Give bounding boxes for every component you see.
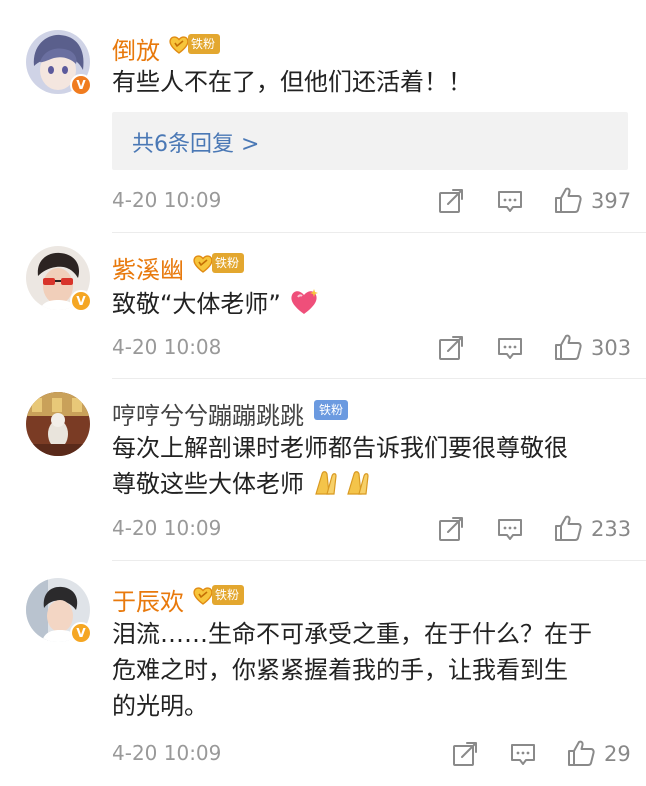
avatar[interactable]: V — [26, 246, 92, 312]
like-count: 29 — [604, 742, 631, 766]
fan-badge: 铁粉 — [192, 251, 245, 275]
timestamp: 4-20 10:08 — [112, 335, 222, 359]
thumbs-up-icon[interactable] — [553, 185, 583, 215]
thumbs-up-icon[interactable] — [553, 332, 583, 362]
divider — [112, 378, 646, 379]
avatar[interactable]: V — [26, 578, 92, 644]
timestamp: 4-20 10:09 — [112, 188, 222, 212]
avatar[interactable]: V — [26, 30, 92, 96]
divider — [112, 232, 646, 233]
comment-text-content: 致敬“大体老师” — [112, 290, 281, 318]
comment-text: 有些人不在了，但他们还活着！！ — [112, 68, 472, 96]
comment-text-line: 尊敬这些大体老师 — [112, 466, 632, 502]
view-replies-label: 共6条回复 > — [132, 132, 260, 157]
comment-text-line: 泪流……生命不可承受之重，在于什么？在于 — [112, 620, 592, 648]
divider — [112, 560, 646, 561]
avatar[interactable] — [26, 392, 90, 456]
like-count: 397 — [591, 189, 632, 213]
comment-text-line: 危难之时，你紧紧握着我的手，让我看到生 — [112, 656, 568, 684]
share-icon[interactable] — [436, 333, 466, 363]
comment-text-line: 每次上解剖课时老师都告诉我们要很尊敬很 — [112, 434, 568, 462]
fan-badge-label: 铁粉 — [212, 585, 245, 605]
verified-v-icon: V — [70, 290, 92, 312]
verified-v-icon: V — [70, 74, 92, 96]
avatar-image — [26, 392, 90, 456]
comment-icon[interactable] — [495, 333, 525, 363]
thumbs-up-icon[interactable] — [566, 738, 596, 768]
sparkling-heart-emoji-icon — [290, 289, 318, 314]
like-count: 233 — [591, 517, 632, 541]
username[interactable]: 紫溪幽 — [112, 250, 184, 285]
view-replies-button[interactable]: 共6条回复 > — [112, 112, 628, 170]
share-icon[interactable] — [450, 739, 480, 769]
fan-badge-label: 铁粉 — [314, 400, 349, 420]
comment-icon[interactable] — [508, 739, 538, 769]
timestamp: 4-20 10:09 — [112, 516, 222, 540]
comment-text-line: 的光明。 — [112, 692, 208, 720]
fan-badge-label: 铁粉 — [188, 34, 221, 54]
username[interactable]: 于辰欢 — [112, 582, 184, 617]
username[interactable]: 哼哼兮兮蹦蹦跳跳 — [112, 396, 304, 431]
comment-text-content: 尊敬这些大体老师 — [112, 470, 304, 498]
comment-text: 每次上解剖课时老师都告诉我们要很尊敬很 尊敬这些大体老师 — [112, 430, 632, 502]
username[interactable]: 倒放 — [112, 31, 160, 66]
like-count: 303 — [591, 336, 632, 360]
fan-badge: 铁粉 — [314, 398, 349, 422]
folded-hands-emoji-icon — [314, 471, 369, 495]
comment-icon[interactable] — [495, 514, 525, 544]
fan-heart-icon — [193, 587, 213, 605]
share-icon[interactable] — [436, 186, 466, 216]
timestamp: 4-20 10:09 — [112, 741, 222, 765]
thumbs-up-icon[interactable] — [553, 513, 583, 543]
fan-badge-label: 铁粉 — [212, 253, 245, 273]
comment-text: 泪流……生命不可承受之重，在于什么？在于 危难之时，你紧紧握着我的手，让我看到生… — [112, 616, 632, 724]
comment-text: 致敬“大体老师” — [112, 286, 632, 322]
fan-heart-icon — [193, 255, 213, 273]
verified-v-icon: V — [70, 622, 92, 644]
fan-badge: 铁粉 — [192, 583, 245, 607]
fan-badge: 铁粉 — [168, 32, 221, 56]
comment-icon[interactable] — [495, 186, 525, 216]
fan-heart-icon — [169, 36, 189, 54]
share-icon[interactable] — [436, 514, 466, 544]
